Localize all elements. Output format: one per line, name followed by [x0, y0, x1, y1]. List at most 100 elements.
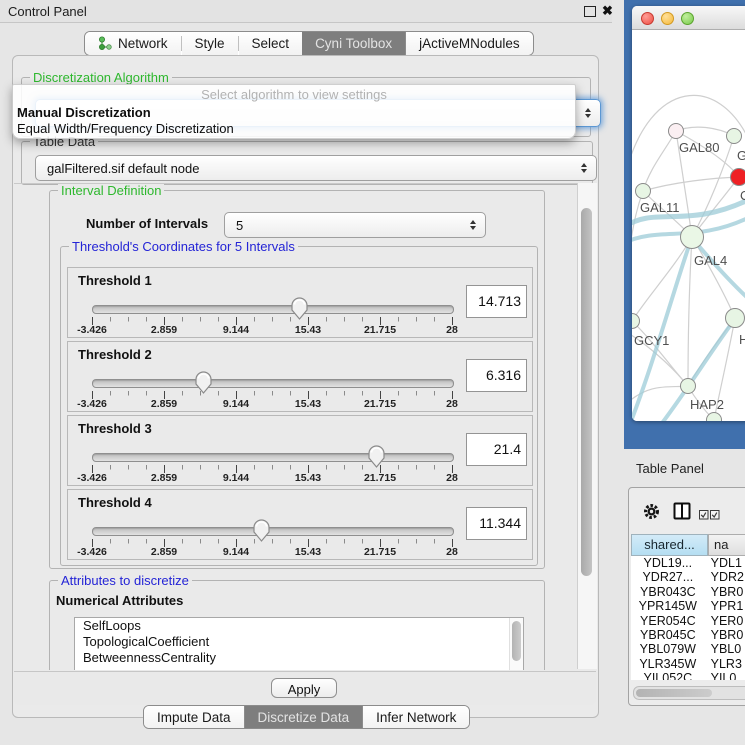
tab-infer-network[interactable]: Infer Network	[363, 706, 469, 728]
cell-shared-name[interactable]: YBR043C	[631, 585, 705, 599]
threshold-slider-track[interactable]	[92, 527, 454, 536]
table-row[interactable]: YER054CYER0	[631, 614, 745, 628]
tab-cyni-toolbox-label: Cyni Toolbox	[315, 36, 392, 51]
table-row[interactable]: YDL19...YDL1	[631, 556, 745, 570]
network-node[interactable]	[635, 183, 651, 199]
cell-name[interactable]: YBR0	[705, 585, 745, 599]
table-header-row: shared... na	[631, 534, 745, 556]
cell-shared-name[interactable]: YLR345W	[631, 657, 705, 671]
minimize-window-icon[interactable]	[661, 12, 674, 25]
attributes-scrollbar-thumb[interactable]	[512, 621, 521, 661]
slider-tick-label: 28	[424, 546, 480, 558]
attributes-list-scrollbar[interactable]	[509, 618, 523, 670]
network-view-frame: GAL80GACGAL11GAL4GCY1HHAP2	[624, 0, 745, 449]
network-node[interactable]	[730, 168, 745, 186]
algorithm-dropdown-popup: Select algorithm to view settings Manual…	[12, 84, 576, 139]
discretization-algorithm-group-title: Discretization Algorithm	[30, 70, 172, 85]
table-row[interactable]: YBR043CYBR0	[631, 585, 745, 599]
threshold-label: Threshold 2	[78, 347, 152, 362]
slider-tick-label: -3.426	[64, 398, 120, 410]
cell-name[interactable]: YLR3	[705, 657, 745, 671]
popup-option-equal-width-frequency[interactable]: Equal Width/Frequency Discretization	[13, 120, 579, 137]
threshold-slider-track[interactable]	[92, 379, 454, 388]
table-data-group: Table Data galFiltered.sif default node	[21, 141, 593, 185]
tab-impute-data[interactable]: Impute Data	[144, 706, 244, 728]
cell-shared-name[interactable]: YPR145W	[631, 599, 705, 613]
column-header-name[interactable]: na	[708, 534, 745, 556]
cell-shared-name[interactable]: YBR045C	[631, 628, 705, 642]
slider-tick-label: 15.43	[280, 546, 336, 558]
zoom-window-icon[interactable]	[681, 12, 694, 25]
network-node[interactable]	[680, 378, 696, 394]
cell-name[interactable]: YER0	[705, 614, 745, 628]
network-window-titlebar[interactable]	[632, 6, 745, 30]
apply-bar: Apply	[14, 671, 596, 705]
table-row[interactable]: YIL052CYIL0	[631, 671, 745, 680]
slider-tick-label: 21.715	[352, 324, 408, 336]
slider-axis-labels: -3.4262.8599.14415.4321.71528	[68, 546, 532, 558]
table-row[interactable]: YPR145WYPR1	[631, 599, 745, 613]
cell-shared-name[interactable]: YER054C	[631, 614, 705, 628]
table-hscrollbar-track[interactable]	[633, 686, 745, 700]
cell-name[interactable]: YPR1	[705, 599, 745, 613]
gear-icon[interactable]	[643, 503, 660, 525]
slider-tick-label: 21.715	[352, 398, 408, 410]
cell-name[interactable]: YBL0	[705, 642, 745, 656]
attribute-list-item[interactable]: BetweennessCentrality	[75, 650, 523, 666]
table-hscrollbar-thumb[interactable]	[636, 689, 712, 697]
tab-network[interactable]: Network	[85, 32, 181, 55]
float-panel-icon[interactable]	[584, 6, 596, 17]
attribute-list-item[interactable]: TopologicalCoefficient	[75, 634, 523, 650]
bottom-tab-bar: Impute Data Discretize Data Infer Networ…	[143, 705, 470, 729]
number-of-intervals-combobox[interactable]: 5	[224, 212, 486, 238]
threshold-value-field[interactable]: 6.316	[466, 359, 527, 392]
slider-tick-label: 2.859	[136, 546, 192, 558]
table-row[interactable]: YDR27...YDR2	[631, 570, 745, 584]
network-node[interactable]	[680, 225, 704, 249]
tab-discretize-data-label: Discretize Data	[258, 710, 350, 725]
cell-name[interactable]: YIL0	[705, 671, 745, 680]
cell-name[interactable]: YBR0	[705, 628, 745, 642]
tab-select[interactable]: Select	[239, 32, 303, 55]
checkbox-pair-icon[interactable]	[699, 507, 720, 525]
tab-jactivemnodules[interactable]: jActiveMNodules	[406, 32, 533, 55]
network-node[interactable]	[726, 128, 742, 144]
cell-shared-name[interactable]: YDR27...	[631, 570, 705, 584]
network-node-label: H	[739, 332, 745, 347]
popup-option-manual-discretization[interactable]: Manual Discretization	[13, 104, 579, 121]
table-row[interactable]: YBL079WYBL0	[631, 642, 745, 656]
cell-name[interactable]: YDL1	[705, 556, 745, 570]
threshold-value-field[interactable]: 14.713	[466, 285, 527, 318]
network-node[interactable]	[668, 123, 684, 139]
tab-cyni-toolbox[interactable]: Cyni Toolbox	[302, 32, 405, 55]
network-node-label: GAL80	[679, 140, 719, 155]
threshold-slider-track[interactable]	[92, 305, 454, 314]
close-panel-icon[interactable]: ✖	[602, 3, 613, 19]
threshold-slider-track[interactable]	[92, 453, 454, 462]
interval-definition-title: Interval Definition	[58, 183, 164, 198]
panel-scrollbar-thumb[interactable]	[581, 208, 592, 576]
cell-shared-name[interactable]: YIL052C	[631, 671, 705, 680]
apply-button[interactable]: Apply	[271, 678, 337, 698]
cell-shared-name[interactable]: YDL19...	[631, 556, 705, 570]
cell-name[interactable]: YDR2	[705, 570, 745, 584]
tab-style[interactable]: Style	[182, 32, 238, 55]
table-row[interactable]: YLR345WYLR3	[631, 657, 745, 671]
threshold-value-field[interactable]: 11.344	[466, 507, 527, 540]
numerical-attributes-list[interactable]: SelfLoopsTopologicalCoefficientBetweenne…	[74, 617, 524, 670]
network-node[interactable]	[706, 412, 722, 421]
cyni-toolbox-panel: Discretization Algorithm Table Data galF…	[12, 55, 599, 718]
thresholds-group-title: Threshold's Coordinates for 5 Intervals	[69, 239, 298, 254]
threshold-value-field[interactable]: 21.4	[466, 433, 527, 466]
tab-discretize-data[interactable]: Discretize Data	[245, 706, 363, 728]
table-row[interactable]: YBR045CYBR0	[631, 628, 745, 642]
cell-shared-name[interactable]: YBL079W	[631, 642, 705, 656]
panel-scrollbar-track[interactable]	[577, 183, 597, 669]
network-node[interactable]	[725, 308, 745, 328]
attribute-list-item[interactable]: SelfLoops	[75, 618, 523, 634]
close-window-icon[interactable]	[641, 12, 654, 25]
split-pane-icon[interactable]	[673, 502, 691, 525]
table-panel: shared... na YDL19...YDL1YDR27...YDR2YBR…	[628, 487, 745, 706]
column-header-shared-name[interactable]: shared...	[631, 534, 708, 556]
table-data-combobox[interactable]: galFiltered.sif default node	[35, 155, 597, 181]
